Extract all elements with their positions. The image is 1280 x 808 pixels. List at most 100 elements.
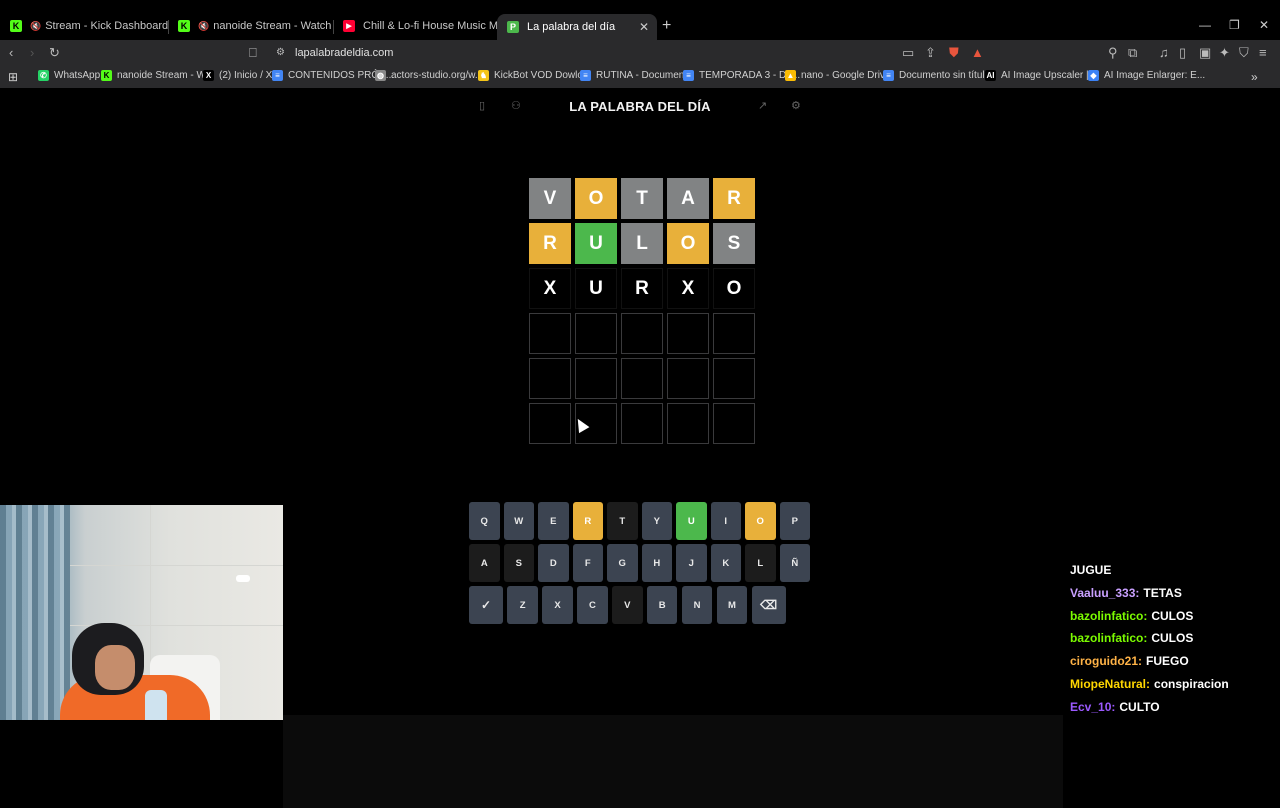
media-icon[interactable]: ♫	[1159, 45, 1169, 60]
back-icon[interactable]: ‹	[9, 45, 13, 60]
key-d[interactable]: D	[538, 544, 569, 582]
letter-tile: L	[621, 223, 663, 264]
browser-tab[interactable]: K 🔇 Stream - Kick Dashboard	[0, 14, 168, 38]
key-g[interactable]: G	[607, 544, 638, 582]
apps-icon[interactable]: ⊞	[8, 70, 18, 84]
menu-icon[interactable]: ≡	[1259, 45, 1267, 60]
ai-icon: AI	[985, 70, 996, 81]
bookmark-item[interactable]: ≡ Documento sin títul...	[883, 70, 993, 81]
letter-tile	[529, 358, 571, 399]
browser-tab[interactable]: ▶ Chill & Lo-fi House Music Mix – Cozy	[333, 14, 497, 38]
bookmark-label: KickBot VOD Dowlo...	[494, 70, 592, 81]
key-k[interactable]: K	[710, 544, 741, 582]
muted-speaker-icon[interactable]: 🔇	[198, 21, 209, 32]
key-b[interactable]: B	[646, 586, 678, 624]
letter-tile: O	[575, 178, 617, 219]
light-fixture	[236, 575, 250, 582]
key-z[interactable]: Z	[507, 586, 538, 624]
close-tab-icon[interactable]: ✕	[639, 20, 649, 34]
chat-text: CULTO	[1119, 699, 1160, 714]
screenshot-icon[interactable]: ⧉	[1128, 45, 1137, 61]
key-x[interactable]: X	[542, 586, 573, 624]
bookmark-item[interactable]: X (2) Inicio / X	[203, 70, 272, 81]
chat-username: Ecv_10:	[1070, 699, 1116, 714]
cast-icon[interactable]: ▭	[902, 45, 914, 61]
brave-rewards-icon[interactable]: ▲	[971, 45, 984, 60]
settings-icon[interactable]: ⚙	[791, 99, 801, 112]
key-s[interactable]: S	[503, 544, 534, 582]
bookmark-item[interactable]: AI AI Image Upscaler |...	[985, 70, 1097, 81]
enlarger-icon: ◆	[1088, 70, 1099, 81]
key-l[interactable]: L	[745, 544, 776, 582]
chat-message: MiopeNatural: conspiracion	[1070, 677, 1280, 700]
key-v[interactable]: V	[612, 586, 643, 624]
docs-icon: ≡	[683, 70, 694, 81]
backspace-key[interactable]: ⌫	[751, 586, 786, 624]
more-bookmarks-icon[interactable]: »	[1251, 70, 1258, 84]
site-settings-icon[interactable]: ⚙	[276, 47, 285, 58]
key-j[interactable]: J	[676, 544, 707, 582]
letter-tile	[713, 403, 755, 444]
leo-ai-icon[interactable]: ✦	[1219, 45, 1230, 61]
address-bar[interactable]: lapalabradeldia.com	[295, 47, 393, 59]
key-t[interactable]: T	[607, 502, 638, 540]
muted-speaker-icon[interactable]: 🔇	[30, 21, 41, 32]
key-i[interactable]: I	[710, 502, 741, 540]
sidebar-icon[interactable]: ▯	[1179, 45, 1186, 61]
key-u[interactable]: U	[676, 502, 707, 540]
forward-icon[interactable]: ›	[30, 45, 34, 60]
letter-tile	[575, 358, 617, 399]
bookmark-icon[interactable]: ⎕	[249, 45, 257, 61]
bookmark-item[interactable]: ≡ TEMPORADA 3 - Do...	[683, 70, 800, 81]
bookmark-item[interactable]: ◍ actors-studio.org/w...	[375, 70, 483, 81]
brave-shield-icon[interactable]: ⛊	[949, 45, 959, 61]
close-window-icon[interactable]: ✕	[1259, 18, 1269, 32]
letter-tile	[667, 358, 709, 399]
chat-text: CULOS	[1151, 631, 1194, 646]
docs-icon: ≡	[883, 70, 894, 81]
bookmark-item[interactable]: Knanoide Stream - W...	[101, 70, 214, 81]
chat-text: CULOS	[1151, 608, 1194, 623]
bookmark-item[interactable]: ♞ KickBot VOD Dowlo...	[478, 70, 591, 81]
key-y[interactable]: Y	[641, 502, 672, 540]
key-e[interactable]: E	[538, 502, 569, 540]
key-f[interactable]: F	[572, 544, 603, 582]
tab-title: Stream - Kick Dashboard	[45, 20, 168, 32]
enter-key[interactable]: ✓	[469, 586, 503, 624]
chat-message: ciroguido21: FUEGO	[1070, 654, 1280, 677]
bookmark-item[interactable]: ✆ WhatsApp	[38, 70, 100, 81]
key-w[interactable]: W	[503, 502, 534, 540]
chat-text: FUEGO	[1146, 654, 1189, 669]
chat-message: bazolinfatico: CULOS	[1070, 609, 1280, 632]
key-m[interactable]: M	[716, 586, 748, 624]
wallet-icon[interactable]: ▣	[1199, 45, 1211, 61]
key-c[interactable]: C	[577, 586, 608, 624]
board-row: RULOS	[529, 223, 755, 264]
chat-message: JUGUE	[1070, 563, 1280, 586]
restore-icon[interactable]: ❐	[1229, 18, 1240, 32]
chat-message: Ecv_10: CULTO	[1070, 700, 1280, 723]
key-p[interactable]: P	[779, 502, 810, 540]
key-n[interactable]: N	[681, 586, 713, 624]
minimize-icon[interactable]: —	[1199, 18, 1211, 32]
key-h[interactable]: H	[641, 544, 672, 582]
key-q[interactable]: Q	[469, 502, 500, 540]
bookmark-item[interactable]: ◆ AI Image Enlarger: E...	[1088, 70, 1205, 81]
extensions-icon[interactable]: ⚲	[1108, 45, 1118, 61]
reload-icon[interactable]: ↻	[49, 45, 60, 61]
bookmark-item[interactable]: ▲ nano - Google Drive	[785, 70, 891, 81]
chat-username: MiopeNatural:	[1070, 676, 1151, 691]
stats-icon[interactable]: ↗	[758, 99, 767, 112]
new-tab-button[interactable]: +	[662, 17, 671, 35]
key-o[interactable]: O	[745, 502, 776, 540]
browser-tab[interactable]: K 🔇 nanoide Stream - Watch Live on	[168, 14, 333, 38]
bookmark-item[interactable]: ≡ RUTINA - Documen...	[580, 70, 693, 81]
browser-tab[interactable]: P La palabra del día ✕	[497, 14, 657, 40]
key-a[interactable]: A	[469, 544, 500, 582]
board-row: XURXO	[529, 268, 755, 309]
share-icon[interactable]: ⇪	[925, 45, 936, 61]
board-row	[529, 403, 755, 444]
vpn-icon[interactable]: ⛉	[1239, 45, 1249, 61]
key-ñ[interactable]: Ñ	[779, 544, 810, 582]
key-r[interactable]: R	[572, 502, 603, 540]
